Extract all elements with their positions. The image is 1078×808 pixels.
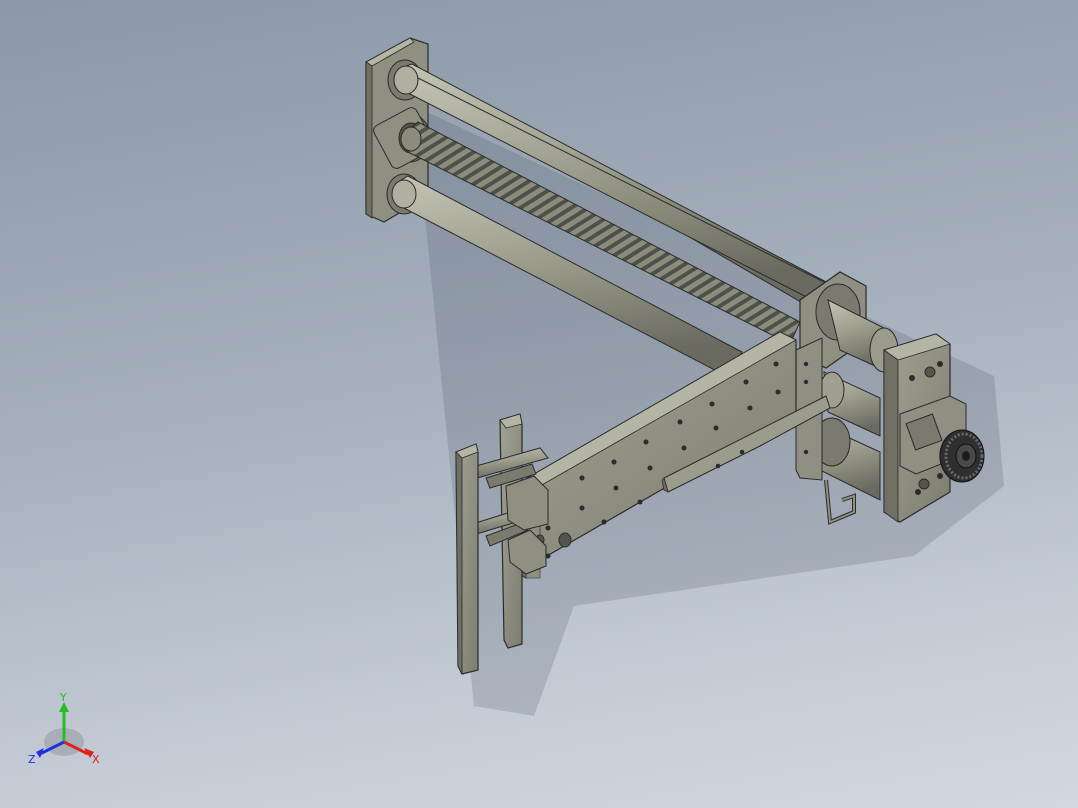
timing-pulley[interactable]: [939, 429, 985, 483]
x-axis-label: X: [92, 753, 100, 766]
graphics-viewport[interactable]: Y X Z: [0, 0, 1078, 808]
y-axis-label: Y: [59, 692, 67, 704]
z-axis-label: Z: [28, 753, 36, 766]
cad-model-view[interactable]: [0, 0, 1078, 808]
axis-triad: Y X Z: [28, 692, 100, 766]
